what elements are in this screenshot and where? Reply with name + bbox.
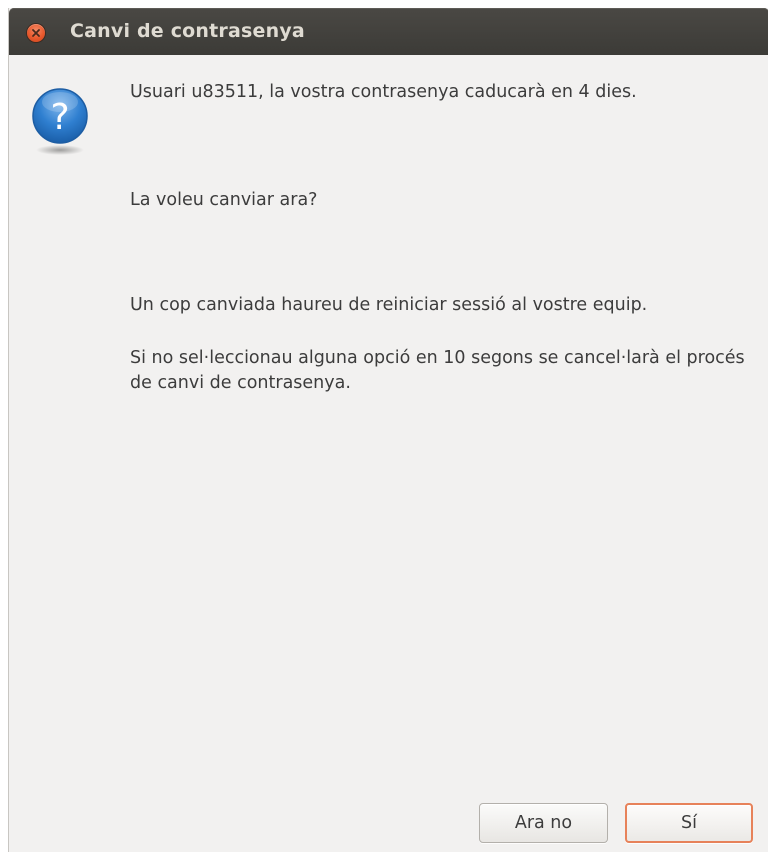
timeout-info: Si no sel·leccionau alguna opció en 10 s… [130,348,745,393]
password-change-dialog: Canvi de contrasenya ? Usuari u83511, la… [8,8,768,852]
close-button[interactable] [27,24,45,42]
restart-info: Un cop canviada haureu de reiniciar sess… [130,295,648,315]
change-question: La voleu canviar ara? [130,190,318,210]
svg-text:?: ? [50,97,69,138]
close-icon [32,29,40,37]
yes-button[interactable]: Sí [625,803,753,843]
expiry-message: Usuari u83511, la vostra contrasenya cad… [130,82,637,102]
title-bar[interactable]: Canvi de contrasenya [9,8,768,55]
question-icon: ? [32,88,88,155]
not-now-button[interactable]: Ara no [479,803,608,843]
window-title: Canvi de contrasenya [70,20,305,42]
